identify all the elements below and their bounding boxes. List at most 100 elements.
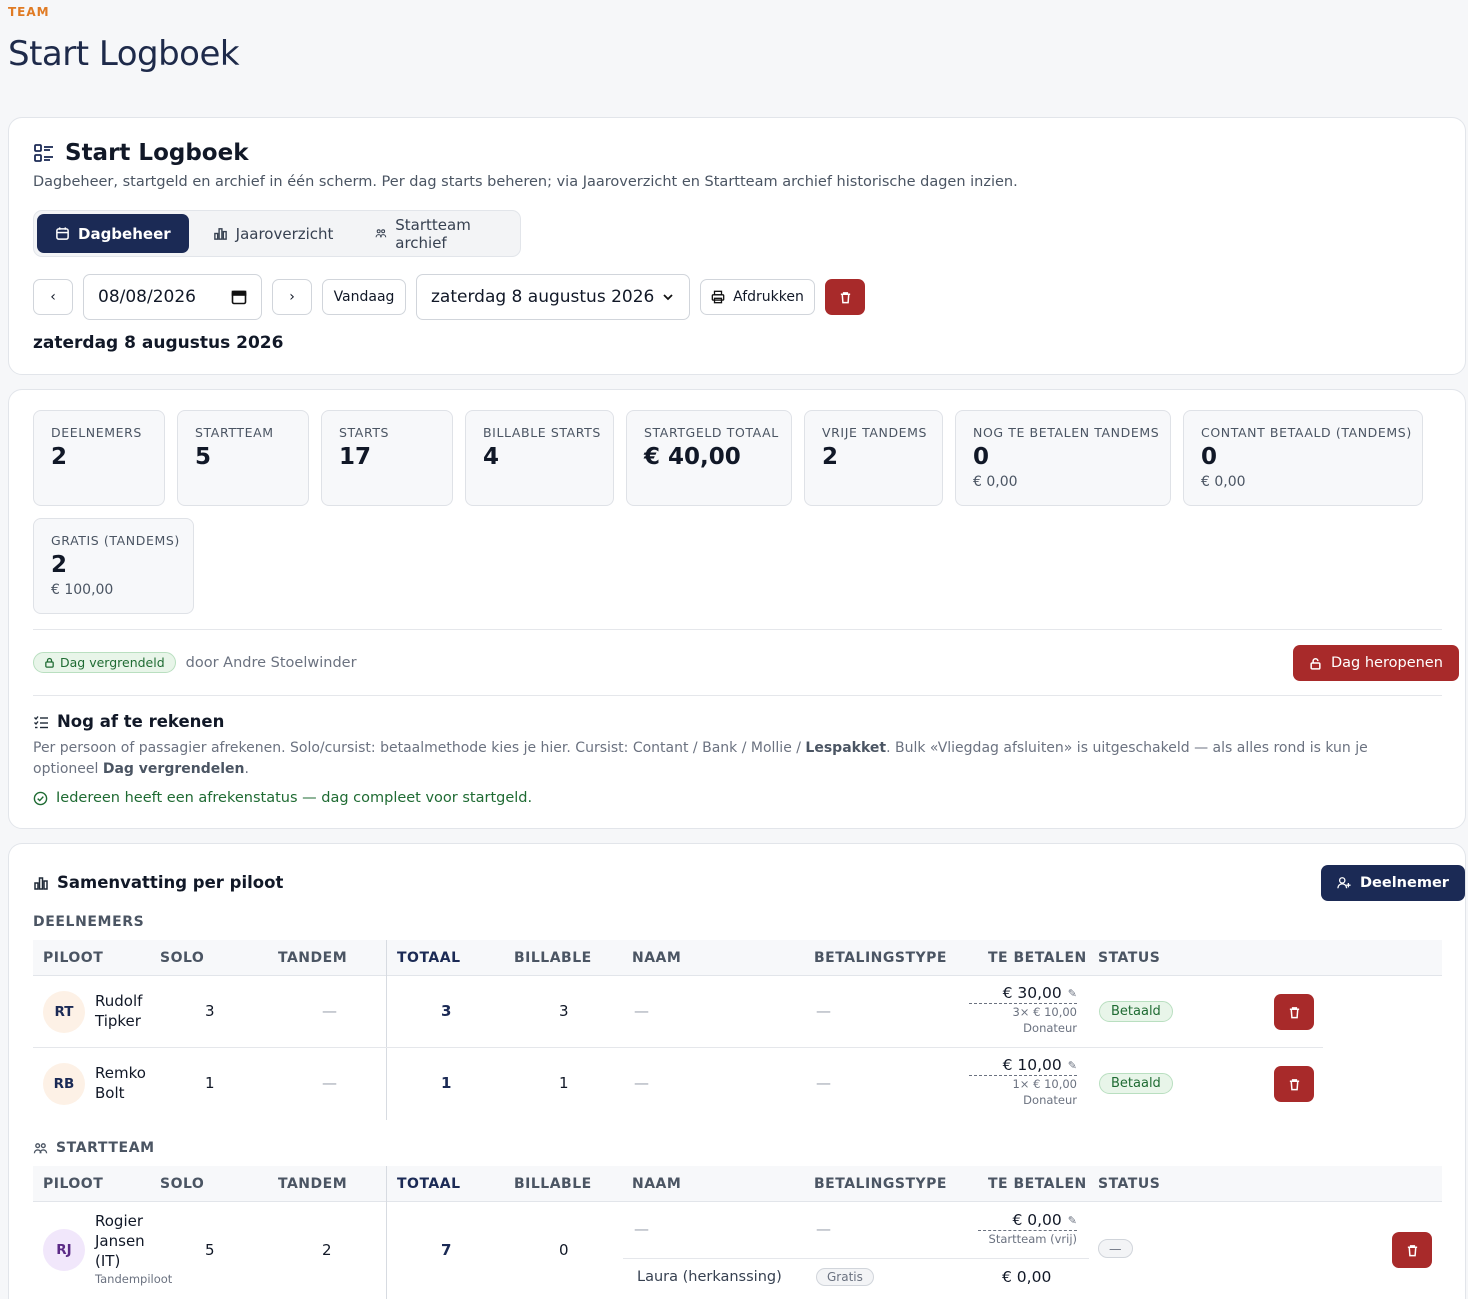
add-participant-label: Deelnemer [1360,875,1449,891]
checklist-icon [34,715,48,728]
passenger-type-badge: Gratis [816,1268,874,1286]
stat-gratis-tandems: GRATIS (TANDEMS) 2 € 100,00 [33,518,194,614]
card-title-text: Start Logboek [65,140,249,166]
pencil-icon[interactable]: ✎ [1068,1059,1077,1072]
status-badge: Betaald [1099,1073,1173,1094]
print-button[interactable]: Afdrukken [700,279,815,315]
stat-sub: € 100,00 [51,582,114,598]
delete-row-button[interactable] [1274,994,1314,1030]
amount-edit[interactable]: € 30,00 ✎ [968,984,1077,1004]
locked-badge: Dag vergrendeld [33,652,176,673]
pilot-name: Rudolf Tipker [95,991,142,1031]
col-billable: BILLABLE [514,1176,592,1192]
stat-sub: € 0,00 [973,474,1018,490]
reopen-label: Dag heropenen [1331,655,1443,671]
cell-solo: 3 [205,1002,215,1020]
pencil-icon[interactable]: ✎ [1068,987,1077,1000]
participants-group-label: DEELNEMERS [33,914,145,930]
card-subtitle: Dagbeheer, startgeld en archief in één s… [33,174,1018,190]
logbook-card: Start Logboek Dagbeheer, startgeld en ar… [8,117,1466,375]
stat-vrije-tandems: VRIJE TANDEMS 2 [804,410,943,506]
col-solo: SOLO [160,950,205,966]
delete-row-button[interactable] [1392,1232,1432,1268]
col-piloot: PILOOT [43,1176,104,1192]
user-plus-icon [1337,877,1351,889]
tab-label: Jaaroverzicht [235,224,334,243]
settle-complete-message: Iedereen heeft een afrekenstatus — dag c… [33,790,532,806]
lock-icon [45,657,54,668]
locked-badge-text: Dag vergrendeld [60,655,165,670]
amount-value: € 10,00 [1002,1056,1062,1074]
participants-table-header: PILOOT SOLO TANDEM TOTAAL BILLABLE NAAM … [33,940,1442,976]
reopen-day-button[interactable]: Dag heropenen [1293,645,1459,681]
divider [33,695,1442,696]
check-circle-icon [33,791,48,805]
delete-row-button[interactable] [1274,1066,1314,1102]
passenger-name: Laura (herkanssing) [637,1269,782,1285]
stat-value: 2 [51,552,68,578]
trash-icon [1289,1078,1299,1090]
help-text: . [244,761,249,777]
bar-chart-icon [34,876,48,890]
bar-chart-icon [213,228,227,240]
table-row: RT Rudolf Tipker 3 — 3 3 — — € 30,00 ✎ 3× … [33,976,1323,1048]
startteam-table-header: PILOOT SOLO TANDEM TOTAAL BILLABLE NAAM … [33,1166,1442,1202]
today-button[interactable]: Vandaag [322,279,406,315]
col-naam: NAAM [632,1176,682,1192]
cell-tandem: — [322,1074,337,1092]
settle-title-text: Nog af te rekenen [57,712,225,731]
stat-label: STARTS [339,425,390,440]
cell-solo: 5 [205,1241,215,1259]
member-kind: Donateur [1023,1021,1077,1035]
chevron-down-icon [663,294,673,301]
stat-label: NOG TE BETALEN TANDEMS [973,425,1160,440]
stat-startteam: STARTTEAM 5 [177,410,309,506]
trash-icon [1289,1006,1299,1018]
cell-betalingstype: — [816,1220,831,1238]
prev-day-button[interactable]: ‹ [33,279,73,315]
list-icon [34,144,53,162]
cell-totaal: 3 [441,1002,452,1020]
date-input-value: 08/08/2026 [98,287,196,307]
col-tandem: TANDEM [278,1176,348,1192]
pencil-icon[interactable]: ✎ [1068,1214,1077,1227]
avatar: RJ [43,1229,85,1271]
amount-edit[interactable]: € 0,00 ✎ [978,1211,1077,1231]
selected-date-heading: zaterdag 8 augustus 2026 [33,333,284,353]
avatar: RT [43,991,85,1033]
cell-tandem: — [322,1002,337,1020]
next-day-button[interactable]: › [272,279,312,315]
cell-betalingstype: — [816,1074,831,1092]
pilot-last-name: Bolt [95,1084,125,1102]
cell-naam: — [634,1074,649,1092]
day-stats-card: DEELNEMERS 2 STARTTEAM 5 STARTS 17 BILLABLE… [8,389,1466,829]
trash-icon [840,291,850,303]
date-select[interactable]: zaterdag 8 augustus 2026 [416,274,690,320]
tab-dagbeheer[interactable]: Dagbeheer [37,214,189,253]
table-row: RB Remko Bolt 1 — 1 1 — — € 10,00 ✎ 1× € 1… [33,1048,1323,1120]
avatar: RB [43,1063,85,1105]
stat-nog-te-betalen-tandems: NOG TE BETALEN TANDEMS 0 € 0,00 [955,410,1171,506]
tab-startteam-archief[interactable]: Startteam archief [357,214,517,253]
amount-edit[interactable]: € 10,00 ✎ [968,1056,1077,1076]
calendar-picker-icon[interactable] [231,289,247,305]
cell-billable: 1 [559,1074,569,1092]
tab-jaaroverzicht[interactable]: Jaaroverzicht [195,214,352,253]
amount-due: € 30,00 ✎ 3× € 10,00 Donateur [968,984,1077,1036]
col-totaal: TOTAAL [397,950,461,966]
stat-label: GRATIS (TANDEMS) [51,533,180,548]
stat-value: € 40,00 [644,444,741,470]
stat-value: 2 [822,444,839,470]
stat-label: STARTTEAM [195,425,274,440]
col-piloot: PILOOT [43,950,104,966]
date-input[interactable]: 08/08/2026 [83,274,262,320]
member-kind: Donateur [1023,1093,1077,1107]
delete-day-button[interactable] [825,279,865,315]
stat-startgeld-totaal: STARTGELD TOTAAL € 40,00 [626,410,792,506]
add-participant-button[interactable]: Deelnemer [1321,865,1465,901]
pilot-name-line: (IT) [95,1252,121,1270]
col-status: STATUS [1098,1176,1161,1192]
amount-due: € 0,00 ✎ Startteam (vrij) [978,1211,1077,1247]
amount-value: € 0,00 [1012,1211,1062,1229]
locked-by: door Andre Stoelwinder [185,654,357,671]
